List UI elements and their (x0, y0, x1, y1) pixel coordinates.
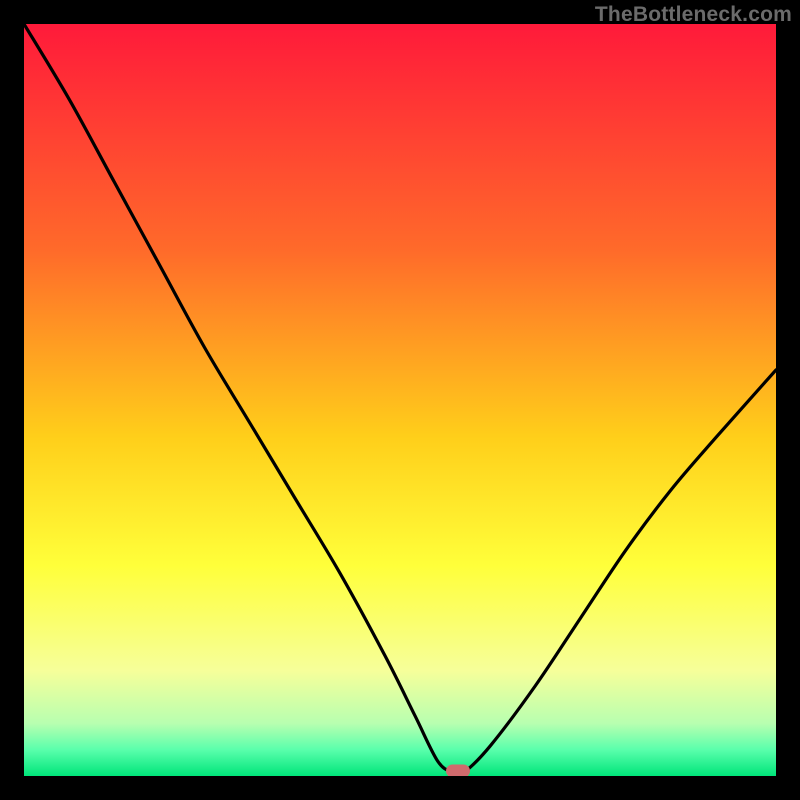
plot-area (24, 24, 776, 776)
optimal-point-marker (446, 765, 470, 776)
bottleneck-curve (24, 24, 776, 776)
watermark-text: TheBottleneck.com (595, 3, 792, 27)
outer-black-frame: TheBottleneck.com (0, 0, 800, 800)
